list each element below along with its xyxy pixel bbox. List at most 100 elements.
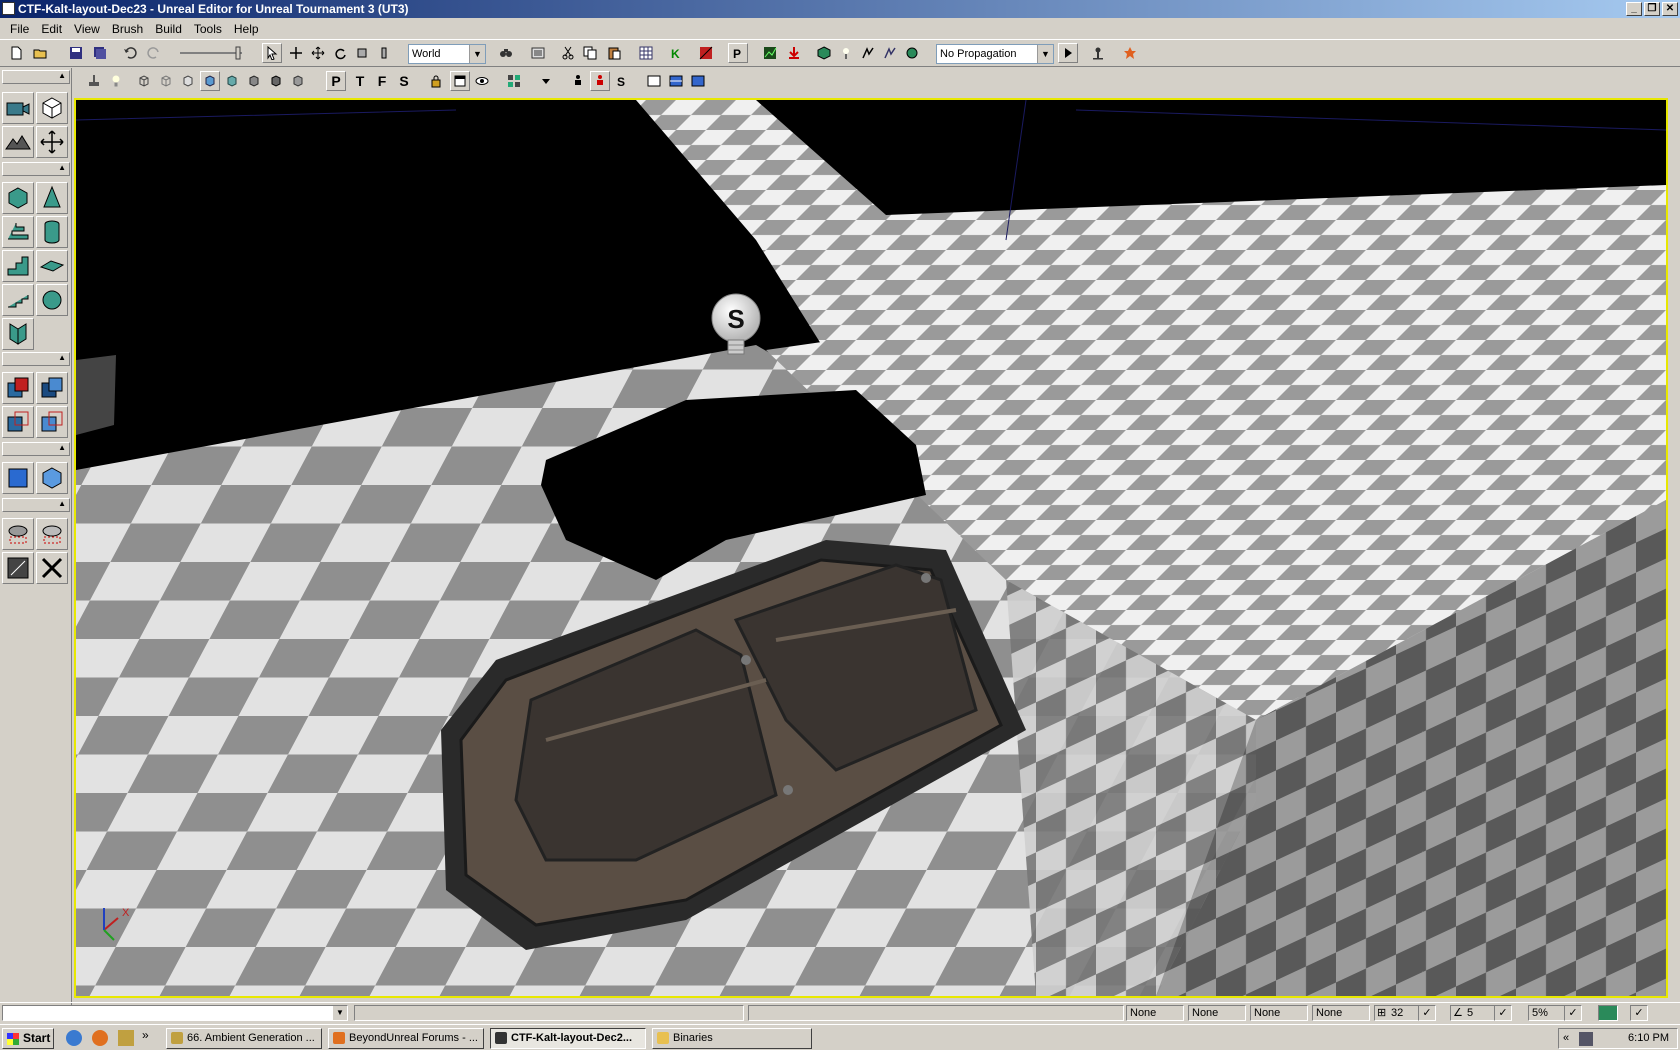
firefox-quicklaunch-icon[interactable] <box>92 1030 108 1046</box>
eye-icon[interactable] <box>472 71 492 91</box>
viewport-icon[interactable] <box>528 43 548 63</box>
shader-complexity-icon[interactable] <box>288 71 308 91</box>
sphere-brush-icon[interactable] <box>36 284 68 316</box>
propagation-select[interactable]: No Propagation ▼ <box>936 44 1054 64</box>
actor-icon[interactable] <box>568 71 588 91</box>
open-icon[interactable] <box>30 43 50 63</box>
menu-build[interactable]: Build <box>149 22 188 36</box>
toolbox-group-csg[interactable] <box>2 352 70 366</box>
content-browser-icon[interactable] <box>1088 43 1108 63</box>
toolbox-group-modes[interactable] <box>2 70 70 84</box>
lock-camera-icon[interactable] <box>84 71 104 91</box>
cone-brush-icon[interactable] <box>36 182 68 214</box>
new-icon[interactable] <box>6 43 26 63</box>
perspective-viewport[interactable]: S X <box>74 98 1668 998</box>
save-all-icon[interactable] <box>90 43 110 63</box>
autosave-icon[interactable] <box>1598 1005 1618 1021</box>
paste-icon[interactable] <box>604 43 624 63</box>
taskbar-item-ambient[interactable]: 66. Ambient Generation ... <box>166 1028 322 1049</box>
scale-snap-checkbox[interactable]: ✓ <box>1564 1005 1582 1021</box>
cut-icon[interactable] <box>558 43 578 63</box>
speed-slider[interactable] <box>176 43 246 63</box>
texture-align-icon[interactable] <box>36 126 68 158</box>
deselect-icon[interactable] <box>36 552 68 584</box>
csg-subtract-icon[interactable] <box>36 372 68 404</box>
play-arrow-icon[interactable] <box>1058 43 1078 63</box>
build-cover-icon[interactable] <box>880 43 900 63</box>
texture-density-icon[interactable] <box>266 71 286 91</box>
build-lighting-icon[interactable] <box>836 43 856 63</box>
game-stats-icon[interactable] <box>1120 43 1140 63</box>
menu-help[interactable]: Help <box>228 22 265 36</box>
menu-edit[interactable]: Edit <box>35 22 68 36</box>
perspective-view-button[interactable]: P <box>326 71 346 91</box>
command-input[interactable]: ▼ <box>2 1005 348 1021</box>
clock[interactable]: 6:10 PM <box>1628 1032 1669 1044</box>
menu-brush[interactable]: Brush <box>106 22 149 36</box>
undo-icon[interactable] <box>120 43 140 63</box>
wireframe-icon[interactable] <box>134 71 154 91</box>
save-icon[interactable] <box>66 43 86 63</box>
layout-single-icon[interactable] <box>644 71 664 91</box>
autosave-checkbox[interactable]: ✓ <box>1630 1005 1648 1021</box>
tray-expand-icon[interactable]: « <box>1563 1029 1569 1048</box>
linear-stair-icon[interactable] <box>2 250 34 282</box>
select-mode-icon[interactable] <box>262 43 282 63</box>
start-button[interactable]: Start <box>2 1028 54 1049</box>
side-view-button[interactable]: S <box>394 71 414 91</box>
lit-icon[interactable] <box>200 71 220 91</box>
grid-icon[interactable] <box>636 43 656 63</box>
volumetric-brush-icon[interactable] <box>2 318 34 350</box>
taskbar-item-forums[interactable]: BeyondUnreal Forums - ... <box>328 1028 484 1049</box>
app-icon[interactable] <box>2 2 15 15</box>
lighting-only-icon[interactable] <box>222 71 242 91</box>
select-inside-icon[interactable] <box>2 552 34 584</box>
drop-icon[interactable] <box>784 43 804 63</box>
minimize-button[interactable]: _ <box>1626 2 1642 16</box>
rotation-snap-checkbox[interactable]: ✓ <box>1494 1005 1512 1021</box>
unlit-icon[interactable] <box>178 71 198 91</box>
toolbox-group-volumes[interactable] <box>2 442 70 456</box>
build-geometry-icon[interactable] <box>814 43 834 63</box>
play-icon[interactable]: P <box>728 43 748 63</box>
move-icon[interactable] <box>308 43 328 63</box>
cube-brush-icon[interactable] <box>2 182 34 214</box>
translate-icon[interactable] <box>286 43 306 63</box>
redo-icon[interactable] <box>144 43 164 63</box>
taskbar-item-binaries[interactable]: Binaries <box>652 1028 812 1049</box>
add-volume-icon[interactable] <box>2 462 34 494</box>
curved-stair-icon[interactable] <box>2 216 34 248</box>
scale-nonuniform-icon[interactable] <box>374 43 394 63</box>
csg-add-icon[interactable] <box>2 372 34 404</box>
taskbar-item-unreal-editor[interactable]: CTF-Kalt-layout-Dec2... <box>490 1028 646 1049</box>
kismet-icon[interactable]: K <box>666 43 686 63</box>
build-all-icon[interactable] <box>902 43 922 63</box>
toolbox-group-select[interactable] <box>2 498 70 512</box>
grid-snap-checkbox[interactable]: ✓ <box>1418 1005 1436 1021</box>
rotate-icon[interactable] <box>330 43 350 63</box>
terrain-mode-icon[interactable] <box>2 126 34 158</box>
app-quicklaunch-icon[interactable] <box>118 1030 134 1046</box>
actor-red-icon[interactable] <box>590 71 610 91</box>
show-flags-icon[interactable] <box>504 71 524 91</box>
front-view-button[interactable]: F <box>372 71 392 91</box>
game-view-icon[interactable] <box>450 71 470 91</box>
layout-full-icon[interactable] <box>688 71 708 91</box>
curve-editor-icon[interactable] <box>760 43 780 63</box>
scale-icon[interactable] <box>352 43 372 63</box>
menu-file[interactable]: File <box>4 22 35 36</box>
network-icon[interactable] <box>1579 1032 1593 1046</box>
lock-icon[interactable] <box>426 71 446 91</box>
camera-mode-icon[interactable] <box>2 92 34 124</box>
hide-selected-icon[interactable] <box>36 518 68 550</box>
matinee-icon[interactable] <box>696 43 716 63</box>
add-mesh-icon[interactable] <box>36 462 68 494</box>
csg-deintersect-icon[interactable] <box>36 406 68 438</box>
scale-snap-display[interactable]: 5% <box>1528 1005 1566 1021</box>
close-button[interactable]: ✕ <box>1662 2 1678 16</box>
quicklaunch-more-icon[interactable]: » <box>142 1028 149 1042</box>
menu-tools[interactable]: Tools <box>188 22 228 36</box>
coord-system-select[interactable]: World ▼ <box>408 44 486 64</box>
layout-split-icon[interactable] <box>666 71 686 91</box>
sheet-brush-icon[interactable] <box>36 250 68 282</box>
